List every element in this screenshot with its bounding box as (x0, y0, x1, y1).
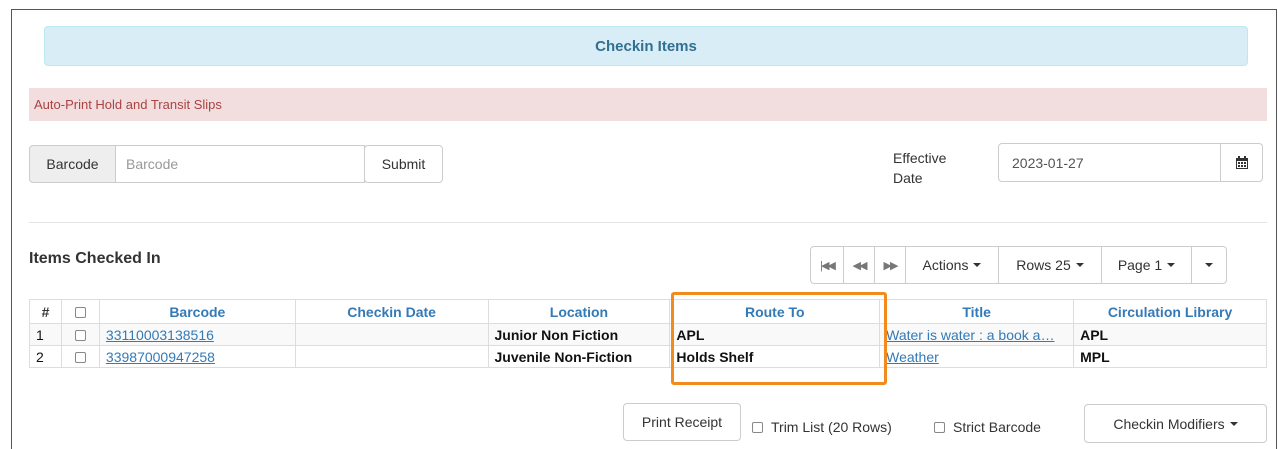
barcode-input[interactable] (116, 145, 365, 183)
checkin-date-cell (294, 345, 489, 368)
barcode-cell: 33987000947258 (98, 345, 296, 368)
row-checkbox[interactable] (74, 352, 86, 364)
trim-list-option[interactable]: Trim List (20 Rows) (752, 419, 892, 435)
rows-dropdown[interactable]: Rows 25 (998, 246, 1102, 284)
calendar-icon (1235, 156, 1248, 169)
barcode-cell: 33110003138516 (98, 323, 296, 346)
column-header-number[interactable]: # (29, 299, 62, 324)
caret-down-icon (1229, 421, 1238, 426)
circulation-library-cell: APL (1073, 323, 1267, 346)
table-row[interactable]: 1 33110003138516 Junior Non Fiction APL … (29, 323, 1267, 346)
barcode-label: Barcode (29, 145, 116, 183)
location-cell: Junior Non Fiction (487, 323, 671, 346)
more-pages-dropdown[interactable] (1191, 246, 1227, 284)
column-header-title[interactable]: Title (879, 299, 1075, 324)
items-checked-in-heading: Items Checked In (29, 250, 161, 267)
first-page-button[interactable]: |◀◀ (810, 246, 844, 284)
table-header-row: # Barcode Checkin Date Location Route To… (29, 299, 1267, 324)
route-to-cell: Holds Shelf (669, 345, 881, 368)
barcode-link[interactable]: 33987000947258 (106, 349, 215, 365)
print-receipt-button[interactable]: Print Receipt (623, 403, 741, 441)
caret-down-icon (973, 263, 982, 267)
title-cell: Water is water : a book a… (879, 323, 1075, 346)
select-all-checkbox-cell[interactable] (60, 299, 100, 324)
first-page-icon: |◀◀ (820, 259, 836, 272)
next-page-icon: ▶▶ (883, 259, 899, 272)
select-all-checkbox[interactable] (74, 307, 86, 319)
effective-date-group (998, 143, 1263, 182)
checkin-date-cell (294, 323, 489, 346)
effective-date-label: Effective Date (893, 150, 947, 186)
location-cell: Juvenile Non-Fiction (487, 345, 671, 368)
strict-barcode-option[interactable]: Strict Barcode (934, 419, 1041, 435)
trim-list-checkbox[interactable] (752, 421, 763, 433)
column-header-route-to[interactable]: Route To (669, 299, 881, 324)
title-link[interactable]: Water is water : a book a… (886, 327, 1054, 343)
previous-page-icon: ◀◀ (852, 259, 868, 272)
divider (29, 222, 1267, 223)
caret-down-icon (1075, 263, 1084, 267)
effective-date-input[interactable] (998, 143, 1221, 182)
auto-print-alert: Auto-Print Hold and Transit Slips (29, 88, 1267, 121)
page-dropdown[interactable]: Page 1 (1101, 246, 1192, 284)
table-row[interactable]: 2 33987000947258 Juvenile Non-Fiction Ho… (29, 345, 1267, 368)
actions-dropdown[interactable]: Actions (905, 246, 999, 284)
caret-down-icon (1167, 263, 1176, 267)
items-table: # Barcode Checkin Date Location Route To… (29, 299, 1267, 368)
barcode-input-group: Barcode Submit (29, 145, 443, 183)
row-checkbox-cell[interactable] (60, 345, 100, 368)
submit-button[interactable]: Submit (364, 145, 443, 183)
column-header-location[interactable]: Location (487, 299, 671, 324)
page-frame (11, 9, 1277, 449)
previous-page-button[interactable]: ◀◀ (843, 246, 875, 284)
strict-barcode-checkbox[interactable] (934, 421, 945, 433)
row-number: 1 (29, 323, 62, 346)
row-checkbox[interactable] (74, 330, 86, 342)
title-link[interactable]: Weather (886, 349, 939, 365)
column-header-checkin-date[interactable]: Checkin Date (294, 299, 489, 324)
next-page-button[interactable]: ▶▶ (874, 246, 906, 284)
page-title: Checkin Items (44, 26, 1248, 66)
column-header-barcode[interactable]: Barcode (98, 299, 296, 324)
column-header-circulation-library[interactable]: Circulation Library (1073, 299, 1267, 324)
title-cell: Weather (879, 345, 1075, 368)
checkin-modifiers-dropdown[interactable]: Checkin Modifiers (1084, 404, 1267, 443)
caret-down-icon (1205, 263, 1213, 267)
row-number: 2 (29, 345, 62, 368)
row-checkbox-cell[interactable] (60, 323, 100, 346)
barcode-link[interactable]: 33110003138516 (106, 327, 214, 343)
circulation-library-cell: MPL (1073, 345, 1267, 368)
calendar-button[interactable] (1221, 143, 1263, 182)
route-to-cell: APL (669, 323, 881, 346)
grid-toolbar: |◀◀ ◀◀ ▶▶ Actions Rows 25 Page 1 (810, 246, 1227, 284)
